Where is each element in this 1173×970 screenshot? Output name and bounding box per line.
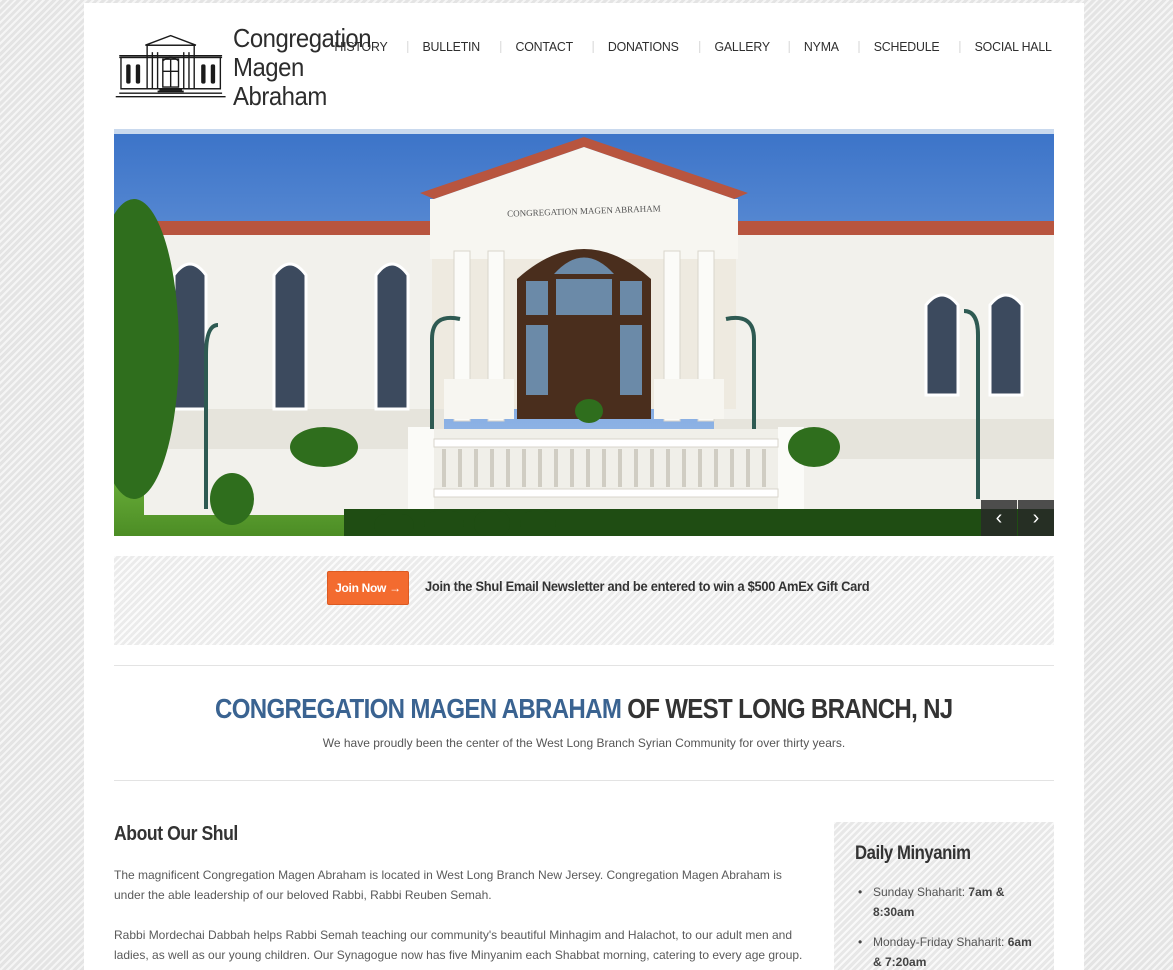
newsletter-banner: Join Now → Join the Shul Email Newslette… — [114, 556, 1054, 645]
nav-item-schedule[interactable]: SCHEDULE — [858, 39, 954, 54]
synagogue-building-image: CONGREGATION MAGEN ABRAHAM — [114, 129, 1054, 536]
nav-item-bulletin[interactable]: BULLETIN — [407, 39, 495, 54]
minyan-label: Sunday Shaharit: — [873, 885, 969, 899]
synagogue-logo-icon — [115, 34, 226, 98]
nav-item-donations[interactable]: DONATIONS — [592, 39, 694, 54]
divider-bottom — [114, 780, 1054, 781]
nav-item-history[interactable]: HISTORY — [319, 39, 403, 54]
nav-item-gallery[interactable]: GALLERY — [698, 39, 785, 54]
nav-item-contact[interactable]: CONTACT — [499, 39, 588, 54]
nav-item-nyma[interactable]: NYMA — [788, 39, 854, 54]
logo-text: Congregation Magen Abraham — [233, 23, 381, 111]
headline-highlight: CONGREGATION MAGEN ABRAHAM — [215, 693, 622, 724]
about-paragraph-1: The magnificent Congregation Magen Abrah… — [114, 868, 782, 902]
minyan-label: Monday-Friday Shaharit: — [873, 935, 1008, 949]
chevron-left-icon: ‹ — [995, 506, 1003, 529]
divider-top — [114, 665, 1054, 666]
minyanim-list: Sunday Shaharit: 7am & 8:30am Monday-Fri… — [855, 882, 1035, 970]
newsletter-text: Join the Shul Email Newsletter and be en… — [425, 578, 870, 594]
daily-minyanim-widget: Daily Minyanim Sunday Shaharit: 7am & 8:… — [834, 822, 1054, 970]
chevron-right-icon: › — [1032, 506, 1040, 529]
slider-next-button[interactable]: › — [1018, 500, 1054, 536]
page-headline: CONGREGATION MAGEN ABRAHAM OF WEST LONG … — [114, 693, 1054, 725]
sidebar-title: Daily Minyanim — [855, 843, 971, 864]
logo-line-2: Magen Abraham — [233, 51, 328, 111]
page-container: Congregation Magen Abraham HISTORY BULLE… — [84, 3, 1084, 970]
join-now-button[interactable]: Join Now → — [327, 571, 409, 605]
main-nav: HISTORY BULLETIN CONTACT DONATIONS GALLE… — [317, 39, 1054, 54]
list-item: Sunday Shaharit: 7am & 8:30am — [855, 882, 1035, 922]
hero-slider: CONGREGATION MAGEN ABRAHAM ‹ › — [114, 129, 1054, 536]
slider-prev-button[interactable]: ‹ — [981, 500, 1017, 536]
about-title: About Our Shul — [114, 823, 238, 845]
about-paragraph-2: Rabbi Mordechai Dabbah helps Rabbi Semah… — [114, 928, 803, 962]
list-item: Monday-Friday Shaharit: 6am & 7:20am — [855, 932, 1035, 970]
page-subtitle: We have proudly been the center of the W… — [322, 736, 846, 750]
nav-item-social-hall[interactable]: SOCIAL HALL — [959, 39, 1052, 54]
headline-rest: OF WEST LONG BRANCH, NJ — [621, 693, 953, 724]
